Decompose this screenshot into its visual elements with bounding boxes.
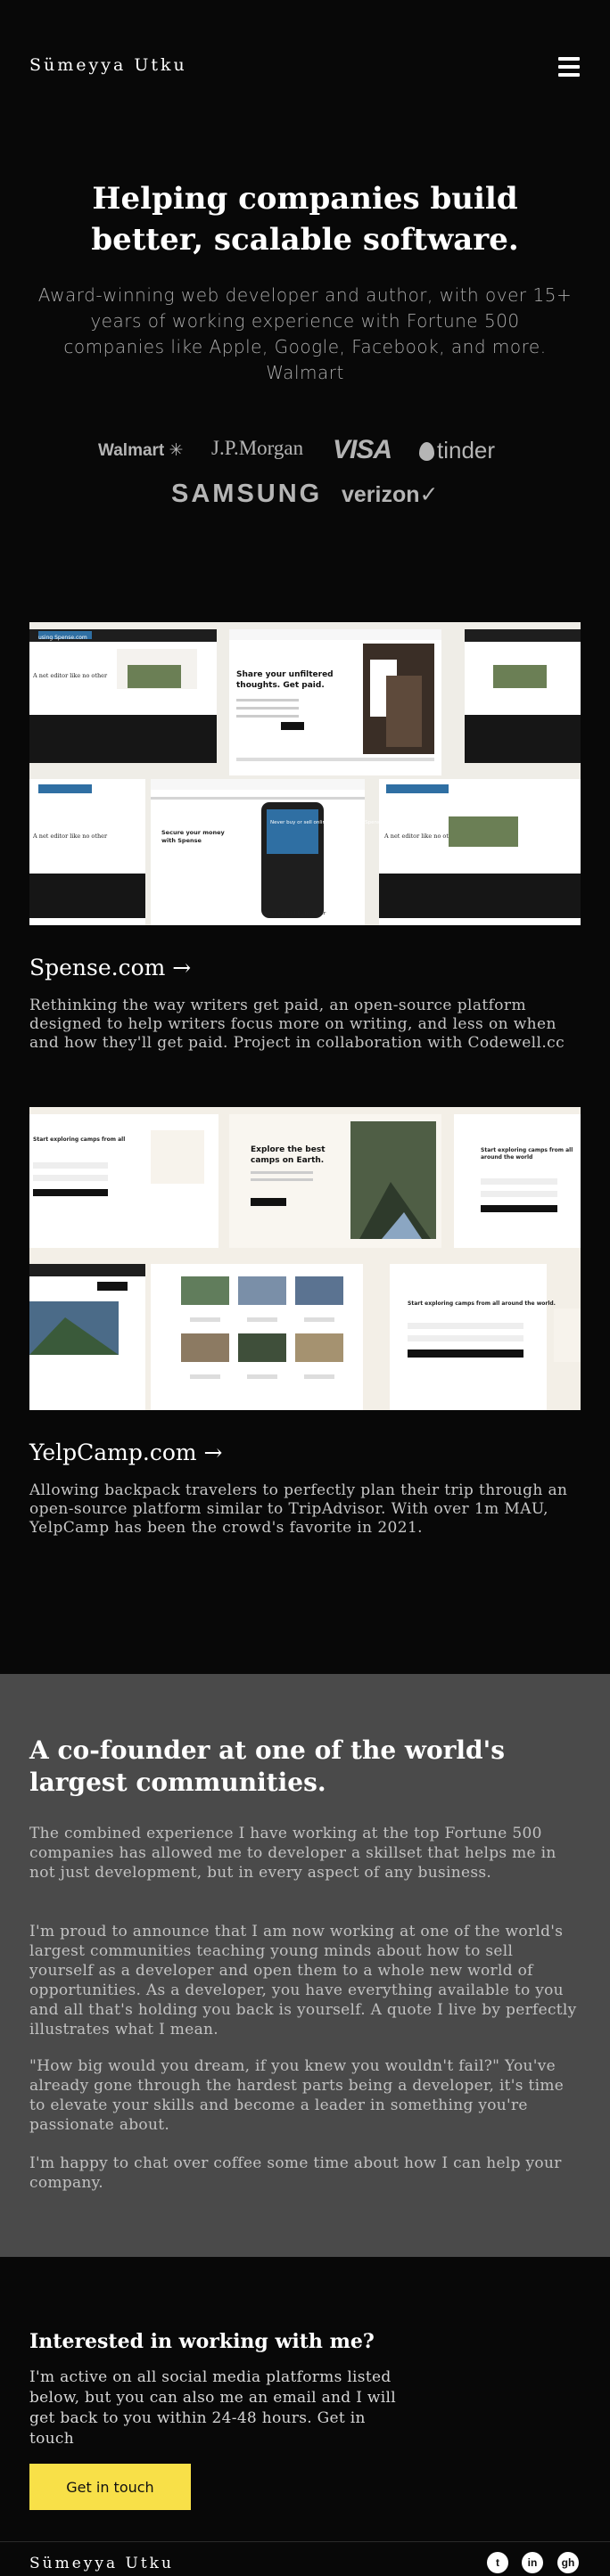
site-brand[interactable]: Sümeyya Utku: [29, 55, 187, 75]
about-paragraph: I'm happy to chat over coffee some time …: [29, 2154, 562, 2192]
spense-side-heading: A net editor like no other: [32, 672, 108, 679]
get-in-touch-button[interactable]: Get in touch: [29, 2464, 191, 2510]
contact-text: I'm active on all social media platforms…: [29, 2368, 396, 2448]
walmart-wordmark: Walmart: [98, 441, 165, 460]
svg-text:with Spense: with Spense: [161, 837, 202, 844]
footer-divider: [0, 2541, 610, 2542]
spense-preview-image[interactable]: using Spense.com A net editor like no ot…: [29, 622, 581, 925]
walmart-logo: Walmart ✳: [98, 440, 183, 461]
about-section: A co-founder at one of the world's large…: [0, 1674, 610, 2257]
hero-subtitle: Award-winning web developer and author, …: [37, 284, 573, 383]
svg-text:A net editor like no other: A net editor like no other: [383, 833, 459, 840]
yelpcamp-project-link[interactable]: YelpCamp.com →: [29, 1440, 222, 1465]
flame-icon: [419, 442, 434, 461]
samsung-logo: SAMSUNG: [171, 480, 323, 508]
svg-text:Secure your money: Secure your money: [161, 829, 226, 836]
svg-text:Start exploring camps from all: Start exploring camps from all: [33, 1136, 125, 1143]
svg-text:Explore the best: Explore the best: [251, 1145, 326, 1154]
linkedin-icon[interactable]: in: [522, 2552, 543, 2573]
svg-text:around the world: around the world: [481, 1154, 532, 1161]
hamburger-menu-icon[interactable]: [558, 57, 580, 77]
about-paragraph: I'm proud to announce that I am now work…: [29, 1923, 577, 2039]
tinder-wordmark: tinder: [437, 437, 496, 464]
jpmorgan-logo: J.P.Morgan: [211, 437, 304, 459]
footer-brand[interactable]: Sümeyya Utku: [29, 2555, 174, 2572]
twitter-icon[interactable]: t: [487, 2552, 508, 2573]
visa-logo: VISA: [333, 435, 392, 464]
github-icon[interactable]: gh: [557, 2552, 579, 2573]
about-paragraph: "How big would you dream, if you knew yo…: [29, 2057, 565, 2134]
hero-title: Helping companies build better, scalable…: [91, 181, 519, 258]
client-logos: Walmart ✳ J.P.Morgan VISA tinder SAMSUNG…: [0, 435, 610, 517]
yelpcamp-preview-image[interactable]: Start exploring camps from all Explore t…: [29, 1107, 581, 1410]
verizon-wordmark: verizon: [342, 482, 420, 507]
about-heading: A co-founder at one of the world's large…: [29, 1735, 505, 1797]
checkmark-icon: ✓: [419, 482, 439, 507]
about-paragraph: The combined experience I have working a…: [29, 1825, 556, 1882]
tinder-logo: tinder: [419, 437, 495, 464]
spense-card-text: Never buy or sell online without using S…: [270, 820, 395, 825]
svg-text:A net editor like no other: A net editor like no other: [262, 911, 326, 916]
spark-icon: ✳: [164, 441, 184, 460]
spense-project-link[interactable]: Spense.com →: [29, 955, 191, 980]
yelpcamp-project-description: Allowing backpack travelers to perfectly…: [29, 1481, 568, 1537]
verizon-logo: verizon✓: [342, 481, 438, 508]
svg-text:A net editor like no other: A net editor like no other: [32, 833, 108, 840]
svg-text:Share your unfiltered: Share your unfiltered: [236, 670, 334, 679]
svg-text:using Spense.com: using Spense.com: [38, 635, 87, 641]
svg-text:Start exploring camps from all: Start exploring camps from all: [481, 1147, 573, 1153]
top-nav: Sümeyya Utku: [0, 0, 610, 134]
svg-text:camps on Earth.: camps on Earth.: [251, 1156, 324, 1165]
contact-heading: Interested in working with me?: [29, 2330, 375, 2353]
yelpcamp-form-heading: Start exploring camps from all around th…: [408, 1300, 556, 1307]
svg-text:thoughts. Get paid.: thoughts. Get paid.: [236, 681, 325, 690]
spense-project-description: Rethinking the way writers get paid, an …: [29, 997, 565, 1052]
